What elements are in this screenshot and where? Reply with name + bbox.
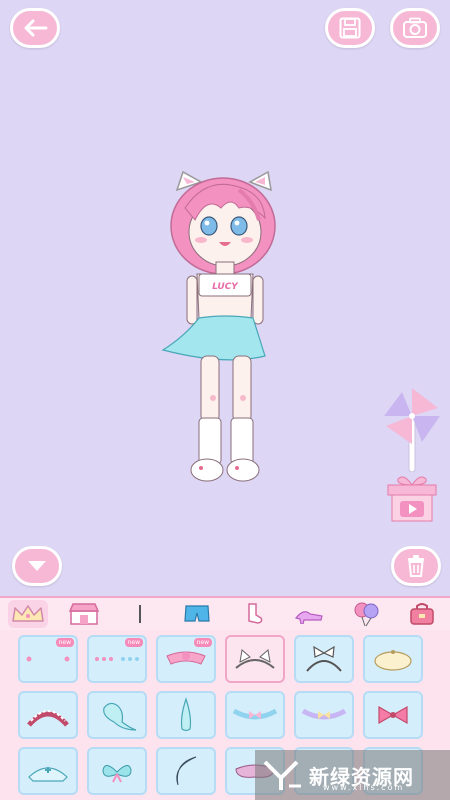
pinwheel-icon[interactable] bbox=[380, 386, 444, 472]
ribbon-headband-icon bbox=[232, 708, 278, 720]
hairpin-row-icon bbox=[95, 657, 139, 661]
bow-headband-icon bbox=[306, 645, 342, 672]
category-heels[interactable] bbox=[289, 600, 329, 628]
floppy-disk-icon bbox=[339, 17, 361, 39]
save-button[interactable] bbox=[325, 8, 375, 48]
watermark-url: www.xlhs.com bbox=[323, 783, 405, 792]
camera-button[interactable] bbox=[390, 8, 440, 48]
nurse-cap-icon bbox=[28, 767, 68, 782]
collapse-panel-button[interactable] bbox=[12, 546, 62, 586]
item-bow-headband[interactable] bbox=[294, 635, 354, 683]
item-butterfly-clip[interactable] bbox=[87, 747, 147, 795]
category-bar bbox=[0, 596, 450, 632]
arrow-left-icon bbox=[24, 19, 48, 37]
new-badge: new bbox=[124, 638, 143, 647]
bag-icon bbox=[410, 603, 434, 625]
hairpin-icon bbox=[26, 656, 70, 662]
new-badge: new bbox=[193, 638, 212, 647]
shirt-text: LUCY bbox=[212, 282, 239, 292]
item-hairpins-row[interactable]: new bbox=[87, 635, 147, 683]
chevron-down-icon bbox=[28, 561, 46, 571]
item-beret[interactable] bbox=[363, 635, 423, 683]
item-crescent-moon[interactable] bbox=[156, 747, 216, 795]
trash-icon bbox=[408, 555, 424, 577]
item-bow-scrunchie[interactable]: new bbox=[156, 635, 216, 683]
item-ribbon-headband-pink[interactable] bbox=[294, 691, 354, 739]
sock-icon bbox=[248, 603, 263, 624]
watermark: 新绿资源网 www.xlhs.com bbox=[255, 750, 450, 800]
moon-icon bbox=[176, 756, 197, 786]
category-balloons[interactable] bbox=[346, 600, 386, 628]
character-doll: LUCY bbox=[161, 170, 276, 482]
new-badge: new bbox=[55, 638, 74, 647]
category-bag[interactable] bbox=[402, 600, 442, 628]
item-pink-bow[interactable] bbox=[363, 691, 423, 739]
cat-ear-headband-icon bbox=[235, 649, 275, 669]
trash-button[interactable] bbox=[391, 546, 441, 586]
bow-scrunchie-icon bbox=[166, 651, 206, 665]
item-ribbon-headband-blue[interactable] bbox=[225, 691, 285, 739]
item-nurse-cap[interactable] bbox=[18, 747, 78, 795]
teardrop-icon bbox=[180, 697, 192, 732]
butterfly-icon bbox=[102, 765, 132, 783]
item-ghost-veil[interactable] bbox=[87, 691, 147, 739]
video-gift-box-icon[interactable] bbox=[386, 473, 438, 523]
category-socks[interactable] bbox=[233, 600, 273, 628]
category-shorts[interactable] bbox=[177, 600, 217, 628]
crown-icon bbox=[12, 605, 44, 622]
maid-headpiece-icon bbox=[27, 710, 69, 727]
beret-icon bbox=[374, 650, 412, 671]
back-button[interactable] bbox=[10, 8, 60, 48]
character-stage: LUCY bbox=[0, 0, 450, 600]
category-store[interactable] bbox=[64, 600, 104, 628]
camera-icon bbox=[403, 17, 427, 38]
ribbon-headband-icon bbox=[301, 708, 347, 720]
shorts-icon bbox=[184, 605, 210, 622]
balloons-icon bbox=[354, 602, 379, 627]
item-cat-ear-headband[interactable] bbox=[225, 635, 285, 683]
watermark-logo-icon bbox=[263, 760, 301, 790]
shirt-icon bbox=[138, 605, 141, 623]
item-hairpins-pink[interactable]: new bbox=[18, 635, 78, 683]
item-teardrop-clip[interactable] bbox=[156, 691, 216, 739]
ghost-veil-icon bbox=[103, 702, 137, 731]
category-top[interactable] bbox=[121, 600, 161, 628]
shop-icon bbox=[69, 603, 100, 625]
high-heel-icon bbox=[295, 611, 324, 624]
item-maid-headpiece[interactable] bbox=[18, 691, 78, 739]
category-crown[interactable] bbox=[8, 600, 49, 628]
bow-icon bbox=[378, 705, 408, 725]
